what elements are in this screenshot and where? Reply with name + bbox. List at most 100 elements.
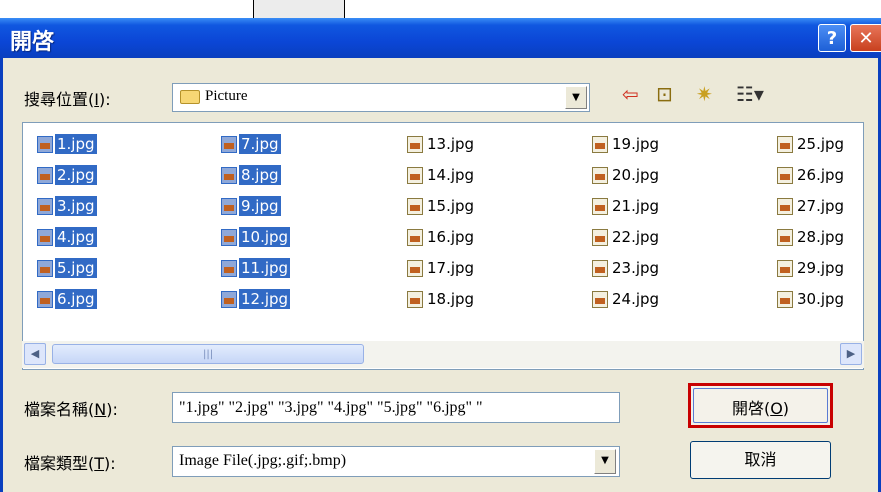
file-item[interactable]: 9.jpg — [221, 195, 281, 217]
file-item[interactable]: 14.jpg — [407, 164, 476, 186]
open-button[interactable]: 開啓(O) — [688, 383, 833, 428]
help-button[interactable]: ? — [818, 24, 846, 52]
file-item[interactable]: 13.jpg — [407, 133, 476, 155]
file-item[interactable]: 1.jpg — [37, 133, 97, 155]
image-file-icon — [37, 259, 53, 277]
cancel-button[interactable]: 取消 — [690, 441, 831, 479]
scrollbar-thumb[interactable]: ||| — [52, 344, 364, 364]
image-file-icon — [221, 259, 237, 277]
filetype-value: Image File(.jpg;.gif;.bmp) — [179, 452, 347, 469]
filetype-select[interactable]: Image File(.jpg;.gif;.bmp) ▼ — [172, 446, 620, 477]
file-item[interactable]: 23.jpg — [592, 257, 661, 279]
file-name: 4.jpg — [55, 227, 97, 247]
file-name: 16.jpg — [427, 228, 475, 246]
chevron-down-icon[interactable]: ▼ — [565, 86, 587, 109]
file-item[interactable]: 25.jpg — [777, 133, 846, 155]
window-title: 開啓 — [10, 30, 55, 55]
chevron-down-icon[interactable]: ▼ — [594, 449, 616, 474]
top-box — [253, 0, 345, 19]
file-name: 3.jpg — [55, 196, 97, 216]
file-name: 11.jpg — [239, 258, 291, 278]
image-file-icon — [777, 135, 793, 153]
file-item[interactable]: 3.jpg — [37, 195, 97, 217]
file-name: 6.jpg — [55, 289, 97, 309]
file-name: 12.jpg — [239, 289, 291, 309]
file-name: 7.jpg — [239, 134, 281, 154]
file-item[interactable]: 24.jpg — [592, 288, 661, 310]
view-menu-icon[interactable]: ☷▾ — [736, 82, 764, 106]
lookin-select[interactable]: Picture ▼ — [172, 83, 590, 112]
image-file-icon — [407, 135, 423, 153]
image-file-icon — [221, 290, 237, 308]
file-item[interactable]: 27.jpg — [777, 195, 846, 217]
file-name: 8.jpg — [239, 165, 281, 185]
image-file-icon — [592, 259, 608, 277]
image-file-icon — [777, 259, 793, 277]
file-item[interactable]: 5.jpg — [37, 257, 97, 279]
file-name: 24.jpg — [612, 290, 660, 308]
image-file-icon — [221, 228, 237, 246]
file-item[interactable]: 6.jpg — [37, 288, 97, 310]
image-file-icon — [407, 166, 423, 184]
file-name: 19.jpg — [612, 135, 660, 153]
file-item[interactable]: 30.jpg — [777, 288, 846, 310]
image-file-icon — [592, 290, 608, 308]
scroll-right-icon[interactable]: ▶ — [840, 343, 862, 365]
image-file-icon — [592, 228, 608, 246]
file-name: 10.jpg — [239, 227, 291, 247]
lookin-label: 搜尋位置(I): — [24, 90, 111, 109]
file-name: 17.jpg — [427, 259, 475, 277]
file-item[interactable]: 19.jpg — [592, 133, 661, 155]
file-name: 26.jpg — [797, 166, 845, 184]
scroll-left-icon[interactable]: ◀ — [24, 343, 46, 365]
image-file-icon — [592, 197, 608, 215]
file-item[interactable]: 17.jpg — [407, 257, 476, 279]
file-name: 22.jpg — [612, 228, 660, 246]
filename-input[interactable]: "1.jpg" "2.jpg" "3.jpg" "4.jpg" "5.jpg" … — [172, 392, 620, 423]
file-item[interactable]: 7.jpg — [221, 133, 281, 155]
image-file-icon — [777, 228, 793, 246]
file-item[interactable]: 15.jpg — [407, 195, 476, 217]
horizontal-scrollbar[interactable]: ◀ ||| ▶ — [22, 341, 864, 368]
image-file-icon — [37, 228, 53, 246]
file-name: 21.jpg — [612, 197, 660, 215]
file-item[interactable]: 2.jpg — [37, 164, 97, 186]
lookin-value: Picture — [205, 88, 248, 104]
file-name: 20.jpg — [612, 166, 660, 184]
file-name: 15.jpg — [427, 197, 475, 215]
file-item[interactable]: 28.jpg — [777, 226, 846, 248]
file-name: 27.jpg — [797, 197, 845, 215]
file-name: 14.jpg — [427, 166, 475, 184]
filename-label: 檔案名稱(N): — [24, 400, 118, 419]
back-icon[interactable]: ⇦ — [622, 82, 639, 106]
file-item[interactable]: 10.jpg — [221, 226, 291, 248]
open-button-label: 開啓(O) — [731, 399, 790, 418]
file-item[interactable]: 12.jpg — [221, 288, 291, 310]
file-item[interactable]: 29.jpg — [777, 257, 846, 279]
file-item[interactable]: 26.jpg — [777, 164, 846, 186]
file-list[interactable]: 1.jpg 2.jpg 3.jpg 4.jpg 5.jpg 6.jpg 7.jpg 8.jpg… — [22, 122, 864, 370]
up-folder-icon[interactable]: ⊡ — [656, 82, 673, 106]
top-strip — [0, 0, 881, 19]
file-item[interactable]: 22.jpg — [592, 226, 661, 248]
scrollbar-grip: ||| — [203, 349, 214, 360]
file-name: 25.jpg — [797, 135, 845, 153]
new-folder-icon[interactable]: ✷ — [696, 82, 713, 106]
file-item[interactable]: 16.jpg — [407, 226, 476, 248]
file-item[interactable]: 8.jpg — [221, 164, 281, 186]
file-name: 23.jpg — [612, 259, 660, 277]
image-file-icon — [37, 166, 53, 184]
file-item[interactable]: 20.jpg — [592, 164, 661, 186]
file-item[interactable]: 4.jpg — [37, 226, 97, 248]
file-item[interactable]: 18.jpg — [407, 288, 476, 310]
close-button[interactable]: ✕ — [850, 24, 881, 52]
file-item[interactable]: 11.jpg — [221, 257, 291, 279]
image-file-icon — [37, 290, 53, 308]
image-file-icon — [407, 259, 423, 277]
image-file-icon — [777, 166, 793, 184]
image-file-icon — [407, 228, 423, 246]
file-item[interactable]: 21.jpg — [592, 195, 661, 217]
file-name: 9.jpg — [239, 196, 281, 216]
image-file-icon — [221, 197, 237, 215]
file-name: 29.jpg — [797, 259, 845, 277]
